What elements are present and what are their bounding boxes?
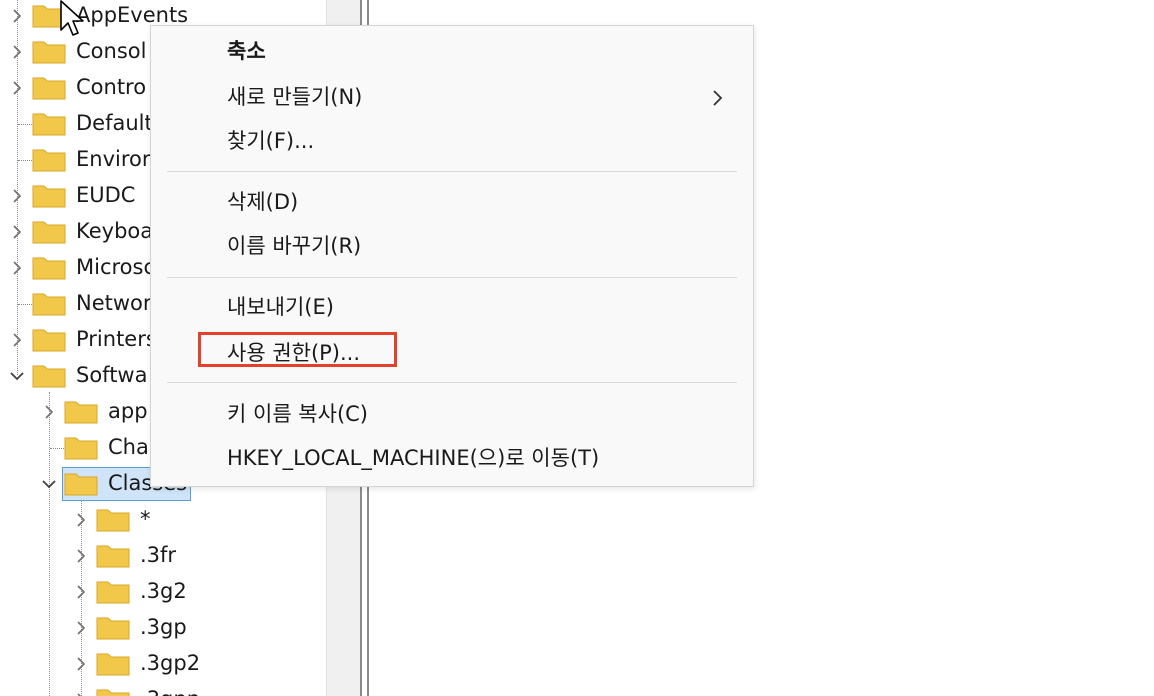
tree-item[interactable]: .3gp [0,610,326,646]
chevron-down-icon[interactable] [8,367,26,385]
chevron-right-icon[interactable] [8,7,26,25]
tree-item-label: .3gpp [140,685,200,696]
tree-item-label: Softwa [76,363,148,387]
menu-item-goto-hklm[interactable]: HKEY_LOCAL_MACHINE(으)로 이동(T) [227,444,599,472]
tree-item-label: Contro [76,75,147,99]
folder-icon [96,578,130,604]
tree-item-label: Keyboa [76,219,154,243]
tree-item-label: Cha [108,435,149,459]
menu-item-find[interactable]: 찾기(F)... [227,127,314,155]
tree-item[interactable]: * [0,502,326,538]
folder-icon [32,218,66,244]
chevron-right-icon[interactable] [8,79,26,97]
folder-icon [96,650,130,676]
folder-icon [32,290,66,316]
folder-icon [32,326,66,352]
tree-item-label: Consol [76,39,147,63]
tree-item[interactable]: .3gp2 [0,646,326,682]
chevron-right-icon[interactable] [8,259,26,277]
chevron-right-icon[interactable] [72,511,90,529]
chevron-down-icon[interactable] [40,475,58,493]
folder-icon [64,398,98,424]
chevron-right-icon[interactable] [40,403,58,421]
tree-item-label: Enviror [76,147,151,171]
folder-icon [32,182,66,208]
chevron-right-icon[interactable] [8,43,26,61]
mouse-cursor-icon [58,0,86,38]
menu-item-collapse[interactable]: 축소 [227,37,266,65]
chevron-right-icon[interactable] [72,547,90,565]
chevron-right-icon[interactable] [72,583,90,601]
tree-item[interactable]: .3g2 [0,574,326,610]
folder-icon [32,362,66,388]
folder-icon [64,470,98,496]
folder-icon [96,686,130,696]
folder-icon [32,38,66,64]
folder-icon [32,110,66,136]
folder-icon [64,434,98,460]
folder-icon [96,542,130,568]
tree-item-label: EUDC [76,183,136,207]
tree-item-label: Microsc [76,255,156,279]
chevron-right-icon[interactable] [72,691,90,696]
tree-item-label: .3gp [140,615,187,639]
chevron-right-icon [711,88,725,108]
menu-item-permissions[interactable]: 사용 권한(P)... [227,339,360,367]
tree-item-label: Networ [76,291,152,315]
tree-item-label: .3fr [140,543,177,567]
tree-item-label: .3gp2 [140,651,201,675]
chevron-right-icon[interactable] [72,619,90,637]
folder-icon [96,506,130,532]
menu-item-new[interactable]: 새로 만들기(N) [227,83,362,111]
menu-separator [167,382,737,383]
chevron-right-icon[interactable] [72,655,90,673]
tree-item-label: .3g2 [140,579,187,603]
tree-item-label: Default [76,111,153,135]
context-menu: 축소 새로 만들기(N) 찾기(F)... 삭제(D) 이름 바꾸기(R) 내보… [150,25,754,487]
chevron-right-icon[interactable] [8,187,26,205]
folder-icon [32,254,66,280]
tree-item[interactable]: .3gpp [0,682,326,696]
chevron-right-icon[interactable] [8,331,26,349]
tree-item-label: Printers [76,327,157,351]
folder-icon [32,146,66,172]
folder-icon [96,614,130,640]
menu-item-rename[interactable]: 이름 바꾸기(R) [227,232,361,260]
menu-item-export[interactable]: 내보내기(E) [227,293,334,321]
tree-item-label: * [140,507,151,531]
menu-item-delete[interactable]: 삭제(D) [227,188,298,216]
tree-item-label: app [108,399,148,423]
menu-separator [167,171,737,172]
menu-item-copy-key-name[interactable]: 키 이름 복사(C) [227,400,368,428]
chevron-right-icon[interactable] [8,223,26,241]
folder-icon [32,74,66,100]
menu-separator [167,277,737,278]
tree-item[interactable]: .3fr [0,538,326,574]
